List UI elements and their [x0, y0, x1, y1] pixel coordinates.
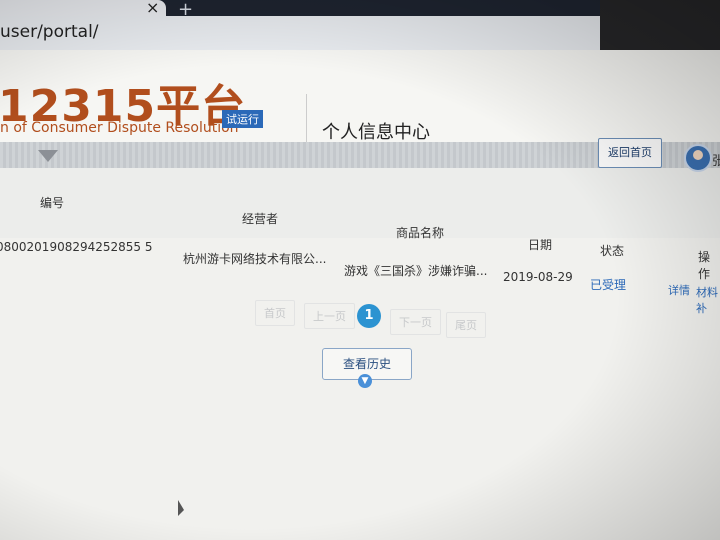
avatar[interactable] [684, 144, 712, 172]
pager-last[interactable]: 尾页 [446, 312, 486, 338]
column-header-date: 日期 [528, 238, 553, 252]
column-header-operator: 经营者 [242, 212, 279, 226]
column-header-id: 编号 [40, 196, 65, 210]
table-header [0, 168, 720, 238]
back-home-button[interactable]: 返回首页 [598, 138, 662, 168]
column-header-actions: 操作 [698, 250, 711, 281]
cell-date: 2019-08-29 [503, 270, 573, 284]
username[interactable]: 张 [712, 150, 720, 169]
header-divider [306, 94, 307, 142]
page-title: 个人信息中心 [322, 122, 430, 143]
pager-current[interactable]: 1 [357, 304, 381, 328]
pager-first[interactable]: 首页 [255, 300, 295, 326]
detail-link[interactable]: 详情 [668, 282, 690, 298]
cell-status: 已受理 [590, 278, 627, 292]
avatar-head-icon [693, 150, 703, 160]
pager-prev[interactable]: 上一页 [304, 303, 355, 329]
cell-product: 游戏《三国杀》涉嫌诈骗... [344, 264, 488, 278]
stripe-notch-icon [38, 150, 58, 162]
column-header-status: 状态 [600, 244, 625, 258]
close-icon[interactable]: × [146, 0, 159, 17]
pager-next[interactable]: 下一页 [390, 309, 441, 335]
cell-id: 0800201908294252855 5 [0, 240, 153, 254]
page: 12315平台 n of Consumer Dispute Resolution… [0, 50, 720, 540]
materials-link[interactable]: 材料补 [696, 284, 720, 316]
url-text: user/portal/ [0, 22, 99, 42]
column-header-product: 商品名称 [396, 226, 445, 240]
header: 12315平台 n of Consumer Dispute Resolution… [0, 50, 720, 143]
chevron-down-icon[interactable]: ▼ [358, 374, 372, 388]
trial-badge: 试运行 [222, 110, 263, 128]
cell-operator: 杭州游卡网络技术有限公... [183, 252, 327, 266]
logo-subtitle: n of Consumer Dispute Resolution [0, 120, 239, 136]
mouse-cursor-icon [178, 500, 184, 516]
